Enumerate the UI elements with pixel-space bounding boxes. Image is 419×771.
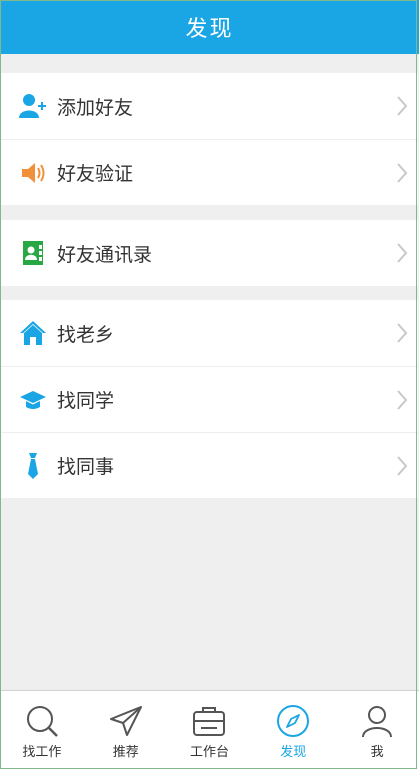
chevron-right-icon [397,389,408,410]
chevron-right-icon [397,162,408,183]
menu-item-contacts[interactable]: 好友通讯录 [1,220,418,286]
menu-item-label: 好友验证 [57,163,134,185]
menu-item-label: 好友通讯录 [57,243,153,266]
tab-discover[interactable]: 发现 [251,691,335,771]
menu-item-find-hometown[interactable]: 找老乡 [1,300,418,366]
menu-group-find: 找老乡 找同学 找同事 [1,300,418,498]
tab-label: 推荐 [112,745,139,760]
menu-item-find-classmate[interactable]: 找同学 [1,366,418,432]
paper-plane-icon [109,706,142,736]
menu-group-contacts: 好友通讯录 [1,220,418,286]
tab-find-job[interactable]: 找工作 [0,691,84,771]
bottom-tab-bar: 找工作 推荐 工作台 发现 我 [0,690,419,771]
tab-recommend[interactable]: 推荐 [84,691,168,771]
menu-item-label: 找同事 [57,456,115,478]
tab-me[interactable]: 我 [335,691,419,771]
menu-item-add-friend[interactable]: 添加好友 [1,73,418,139]
person-icon [362,706,393,738]
chevron-right-icon [397,243,408,263]
briefcase-icon [193,707,226,736]
graduation-cap-icon [19,386,47,414]
tab-label: 工作台 [189,745,229,760]
chevron-right-icon [397,323,408,343]
page-title: 发现 [185,17,234,42]
menu-item-find-colleague[interactable]: 找同事 [1,432,418,498]
compass-icon [277,705,310,737]
menu-item-friend-verify[interactable]: 好友验证 [1,139,418,205]
menu-group-friends: 添加好友 好友验证 [1,73,418,205]
menu-item-label: 找老乡 [57,323,115,346]
add-friend-icon [19,92,47,120]
tab-label: 我 [370,745,384,760]
tab-workbench[interactable]: 工作台 [168,691,252,771]
tie-icon [19,452,47,480]
page-header: 发现 [0,0,419,54]
menu-item-label: 找同学 [57,390,115,412]
chevron-right-icon [397,455,408,476]
tab-label: 发现 [280,745,307,760]
menu-item-label: 添加好友 [57,96,134,119]
chevron-right-icon [397,96,408,116]
home-icon [19,319,47,347]
speaker-icon [19,159,47,187]
contacts-book-icon [19,239,47,267]
tab-label: 找工作 [22,745,62,760]
search-icon [26,706,58,737]
